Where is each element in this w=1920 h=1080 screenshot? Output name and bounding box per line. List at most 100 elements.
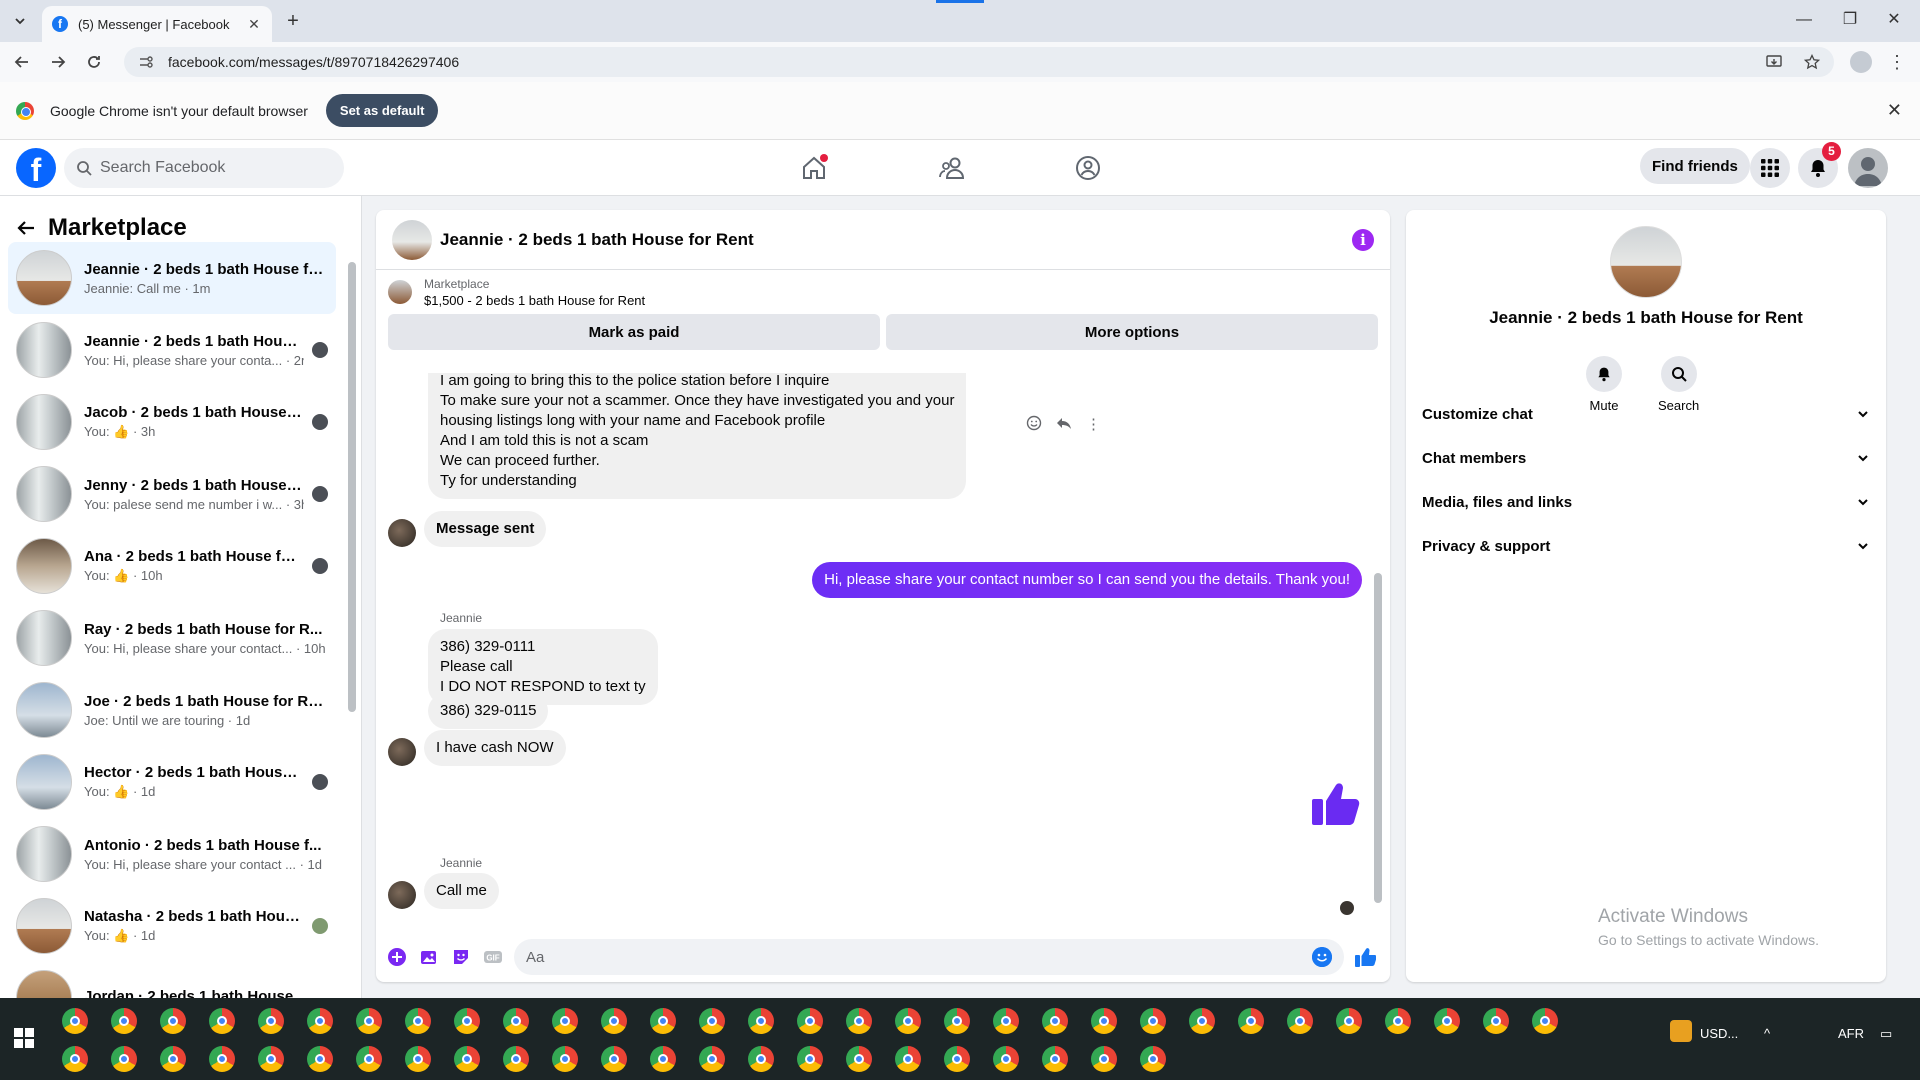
chrome-taskbar-icon[interactable] [748,1046,774,1072]
privacy-support-section[interactable]: Privacy & support [1414,524,1878,568]
thumbs-up-sticker-icon[interactable] [1310,777,1362,829]
chrome-taskbar-icon[interactable] [62,1046,88,1072]
marketplace-listing-bar[interactable]: Marketplace $1,500 - 2 beds 1 bath House… [376,270,1390,314]
chrome-taskbar-icon[interactable] [650,1046,676,1072]
attach-photo-icon[interactable] [418,946,440,968]
chrome-taskbar-icon[interactable] [1434,1008,1460,1034]
chrome-taskbar-icon[interactable] [1042,1046,1068,1072]
chrome-taskbar-icon[interactable] [356,1008,382,1034]
chrome-taskbar-icon[interactable] [601,1046,627,1072]
chrome-taskbar-icon[interactable] [846,1046,872,1072]
groups-icon[interactable] [1072,152,1104,184]
scrollbar-thumb[interactable] [1374,573,1382,903]
chrome-taskbar-icon[interactable] [1140,1046,1166,1072]
chrome-taskbar-icon[interactable] [160,1046,186,1072]
gif-icon[interactable]: GIF [482,946,504,968]
incoming-message-bubble[interactable]: 386) 329-0115 [428,693,549,729]
infobar-close-icon[interactable]: ✕ [1887,100,1902,121]
chrome-taskbar-icon[interactable] [111,1046,137,1072]
chrome-taskbar-icon[interactable] [307,1046,333,1072]
back-icon[interactable] [10,50,34,74]
chrome-taskbar-icon[interactable] [503,1046,529,1072]
chrome-taskbar-icon[interactable] [993,1046,1019,1072]
chrome-taskbar-icon[interactable] [405,1046,431,1072]
windows-start-icon[interactable] [14,1028,34,1048]
chrome-taskbar-icon[interactable] [797,1046,823,1072]
set-default-button[interactable]: Set as default [325,94,439,127]
emoji-picker-icon[interactable] [1312,947,1332,967]
chrome-taskbar-icon[interactable] [111,1008,137,1034]
browser-profile-icon[interactable] [1850,51,1872,73]
chrome-taskbar-icon[interactable] [1532,1008,1558,1034]
conversation-item[interactable]: Hector · 2 beds 1 bath House ... You: 👍 ·… [8,746,336,818]
chrome-taskbar-icon[interactable] [895,1008,921,1034]
site-settings-icon[interactable] [138,54,154,70]
chrome-taskbar-icon[interactable] [552,1008,578,1034]
facebook-search-input[interactable]: Search Facebook [64,148,344,188]
tab-search-chevron-icon[interactable] [6,10,34,32]
tray-currency[interactable]: USD... [1700,1026,1738,1041]
incoming-message-bubble[interactable]: Message sent [424,511,547,547]
chrome-taskbar-icon[interactable] [356,1046,382,1072]
account-avatar[interactable] [1848,148,1888,188]
chrome-taskbar-icon[interactable] [699,1008,725,1034]
chrome-taskbar-icon[interactable] [1336,1008,1362,1034]
chrome-taskbar-icon[interactable] [944,1046,970,1072]
tray-language[interactable]: AFR [1838,1026,1864,1041]
chrome-taskbar-icon[interactable] [895,1046,921,1072]
chrome-taskbar-icon[interactable] [454,1008,480,1034]
chrome-taskbar-icon[interactable] [601,1008,627,1034]
conversation-item[interactable]: Ana · 2 beds 1 bath House for... You: 👍 ·… [8,530,336,602]
chrome-taskbar-icon[interactable] [699,1046,725,1072]
media-files-links-section[interactable]: Media, files and links [1414,480,1878,524]
reply-icon[interactable] [1056,415,1072,433]
chrome-taskbar-icon[interactable] [503,1008,529,1034]
conversation-item[interactable]: Jordan · 2 beds 1 bath House ... [8,962,336,998]
find-friends-button[interactable]: Find friends [1640,148,1750,184]
chrome-taskbar-icon[interactable] [258,1046,284,1072]
conversation-item[interactable]: Jacob · 2 beds 1 bath House f... You: 👍 ·… [8,386,336,458]
chat-members-section[interactable]: Chat members [1414,436,1878,480]
friends-icon[interactable] [936,152,968,184]
chrome-taskbar-icon[interactable] [1189,1008,1215,1034]
chrome-taskbar-icon[interactable] [307,1008,333,1034]
chrome-taskbar-icon[interactable] [1238,1008,1264,1034]
chrome-taskbar-icon[interactable] [846,1008,872,1034]
chat-avatar[interactable] [392,219,432,260]
browser-menu-icon[interactable]: ⋮ [1888,50,1906,74]
chrome-taskbar-icon[interactable] [209,1008,235,1034]
back-arrow-icon[interactable] [16,218,48,238]
bookmark-star-icon[interactable] [1804,54,1820,70]
chrome-taskbar-icon[interactable] [160,1008,186,1034]
chrome-taskbar-icon[interactable] [552,1046,578,1072]
conversation-item[interactable]: Ray · 2 beds 1 bath House for R... You: H… [8,602,336,674]
message-input[interactable]: Aa [514,939,1344,975]
incoming-message-bubble[interactable]: I have cash NOW [424,730,566,766]
chrome-taskbar-icon[interactable] [1042,1008,1068,1034]
conversation-item[interactable]: Jeannie · 2 beds 1 bath House fo... Jeann… [8,242,336,314]
home-icon[interactable] [798,152,830,184]
scrollbar-thumb[interactable] [348,262,356,712]
react-emoji-icon[interactable] [1026,415,1042,433]
customize-chat-section[interactable]: Customize chat [1414,392,1878,436]
chrome-taskbar-icon[interactable] [454,1046,480,1072]
conversation-item[interactable]: Jeannie · 2 beds 1 bath House... You: Hi,… [8,314,336,386]
conversation-list-scrollbar[interactable] [346,252,356,992]
reload-icon[interactable] [82,50,106,74]
facebook-logo-icon[interactable]: f [16,148,56,188]
conversation-item[interactable]: Jenny · 2 beds 1 bath House f... You: pal… [8,458,336,530]
chrome-taskbar-icon[interactable] [209,1046,235,1072]
incoming-message-bubble[interactable]: Call me [424,873,499,909]
browser-tab[interactable]: f (5) Messenger | Facebook ✕ [42,6,272,42]
conversation-item[interactable]: Joe · 2 beds 1 bath House for Re... Joe: … [8,674,336,746]
sender-avatar[interactable] [388,738,416,766]
sender-avatar[interactable] [388,881,416,909]
conversation-item[interactable]: Natasha · 2 beds 1 bath Hous... You: 👍 · … [8,890,336,962]
chrome-taskbar-icon[interactable] [1140,1008,1166,1034]
outgoing-message-bubble[interactable]: Hi, please share your contact number so … [812,562,1362,598]
chrome-taskbar-icon[interactable] [1483,1008,1509,1034]
forward-icon[interactable] [46,50,70,74]
details-avatar[interactable] [1610,226,1682,298]
install-app-icon[interactable] [1766,54,1782,70]
chrome-taskbar-icon[interactable] [797,1008,823,1034]
